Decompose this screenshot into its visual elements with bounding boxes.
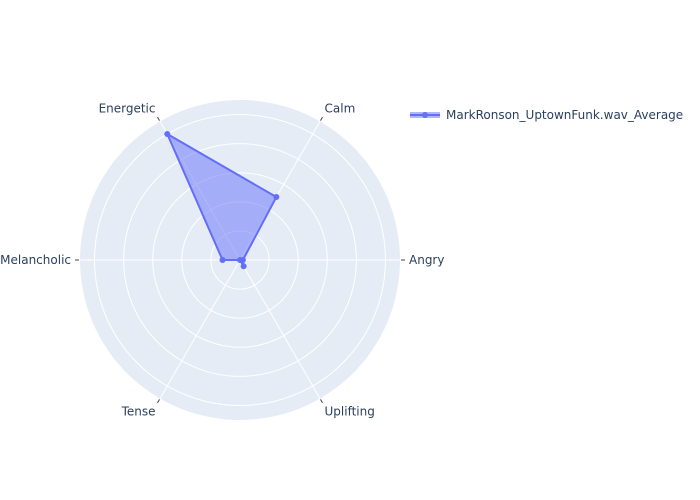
angular-axis-label: Tense <box>121 405 156 419</box>
data-point-marker[interactable] <box>164 131 171 138</box>
angular-axis-label: Calm <box>325 101 356 115</box>
angular-axis-label: Melancholic <box>0 253 71 267</box>
legend[interactable]: MarkRonson_UptownFunk.wav_Average <box>410 108 683 122</box>
angular-tick <box>157 116 160 121</box>
angular-axis-label: Uplifting <box>325 405 375 419</box>
legend-series-label: MarkRonson_UptownFunk.wav_Average <box>446 108 683 122</box>
data-point-marker[interactable] <box>219 257 226 263</box>
angular-tick <box>320 399 323 404</box>
legend-swatch-marker <box>422 112 428 118</box>
data-point-marker[interactable] <box>273 194 280 201</box>
angular-tick <box>320 116 323 121</box>
angular-tick <box>157 399 160 404</box>
data-point-marker[interactable] <box>240 263 247 270</box>
radar-chart: Angry Calm Energetic Melancholic Tense Uplift… <box>0 100 683 420</box>
angular-axis-label: Energetic <box>99 101 156 115</box>
angular-axis-label: Angry <box>409 253 444 267</box>
data-point-marker[interactable] <box>237 257 243 263</box>
